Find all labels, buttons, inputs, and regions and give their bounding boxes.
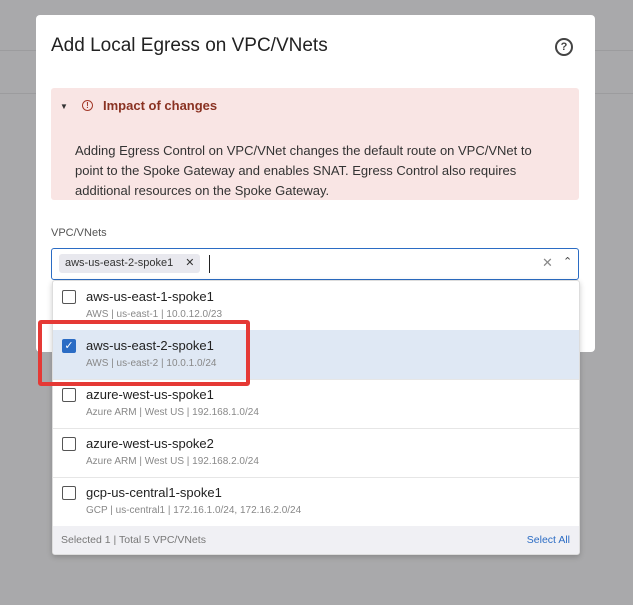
collapse-caret-icon[interactable]: ▼ xyxy=(60,102,68,111)
checkbox[interactable] xyxy=(62,290,76,304)
dropdown-option[interactable]: azure-west-us-spoke1 Azure ARM | West US… xyxy=(53,379,579,429)
alert-title[interactable]: Impact of changes xyxy=(103,98,217,113)
alert-body: Adding Egress Control on VPC/VNet change… xyxy=(75,143,532,198)
option-name: gcp-us-central1-spoke1 xyxy=(86,485,222,500)
annotation-highlight-box xyxy=(38,320,250,386)
checkbox[interactable] xyxy=(62,486,76,500)
tag-remove-icon[interactable]: ✕ xyxy=(185,257,194,269)
tag-label: aws-us-east-2-spoke1 xyxy=(65,257,174,269)
dropdown-footer: Selected 1 | Total 5 VPC/VNets Select Al… xyxy=(53,526,579,554)
checkbox[interactable] xyxy=(62,388,76,402)
option-description: Azure ARM | West US | 192.168.1.0/24 xyxy=(86,407,259,418)
impact-alert: ▼ ! Impact of changes Adding Egress Cont… xyxy=(51,88,579,200)
selected-tag: aws-us-east-2-spoke1 ✕ xyxy=(59,254,201,273)
vpc-field-label: VPC/VNets xyxy=(51,227,107,239)
vpc-multiselect[interactable]: aws-us-east-2-spoke1 ✕ ✕ ⌃ xyxy=(51,248,579,280)
option-name: azure-west-us-spoke1 xyxy=(86,387,214,402)
selection-count: Selected 1 | Total 5 VPC/VNets xyxy=(61,534,206,546)
warning-icon: ! xyxy=(82,100,93,111)
checkbox[interactable] xyxy=(62,437,76,451)
modal-title: Add Local Egress on VPC/VNets xyxy=(51,35,328,56)
help-icon[interactable]: ? xyxy=(555,38,573,56)
chevron-up-icon[interactable]: ⌃ xyxy=(563,255,572,268)
clear-icon[interactable]: ✕ xyxy=(542,255,553,271)
dropdown-option[interactable]: azure-west-us-spoke2 Azure ARM | West US… xyxy=(53,428,579,478)
text-cursor xyxy=(209,255,210,273)
dropdown-option[interactable]: gcp-us-central1-spoke1 GCP | us-central1… xyxy=(53,477,579,527)
option-description: AWS | us-east-1 | 10.0.12.0/23 xyxy=(86,309,223,320)
option-description: GCP | us-central1 | 172.16.1.0/24, 172.1… xyxy=(86,505,302,516)
select-all-link[interactable]: Select All xyxy=(527,534,570,546)
option-name: aws-us-east-1-spoke1 xyxy=(86,289,214,304)
option-description: Azure ARM | West US | 192.168.2.0/24 xyxy=(86,456,259,467)
option-name: azure-west-us-spoke2 xyxy=(86,436,214,451)
